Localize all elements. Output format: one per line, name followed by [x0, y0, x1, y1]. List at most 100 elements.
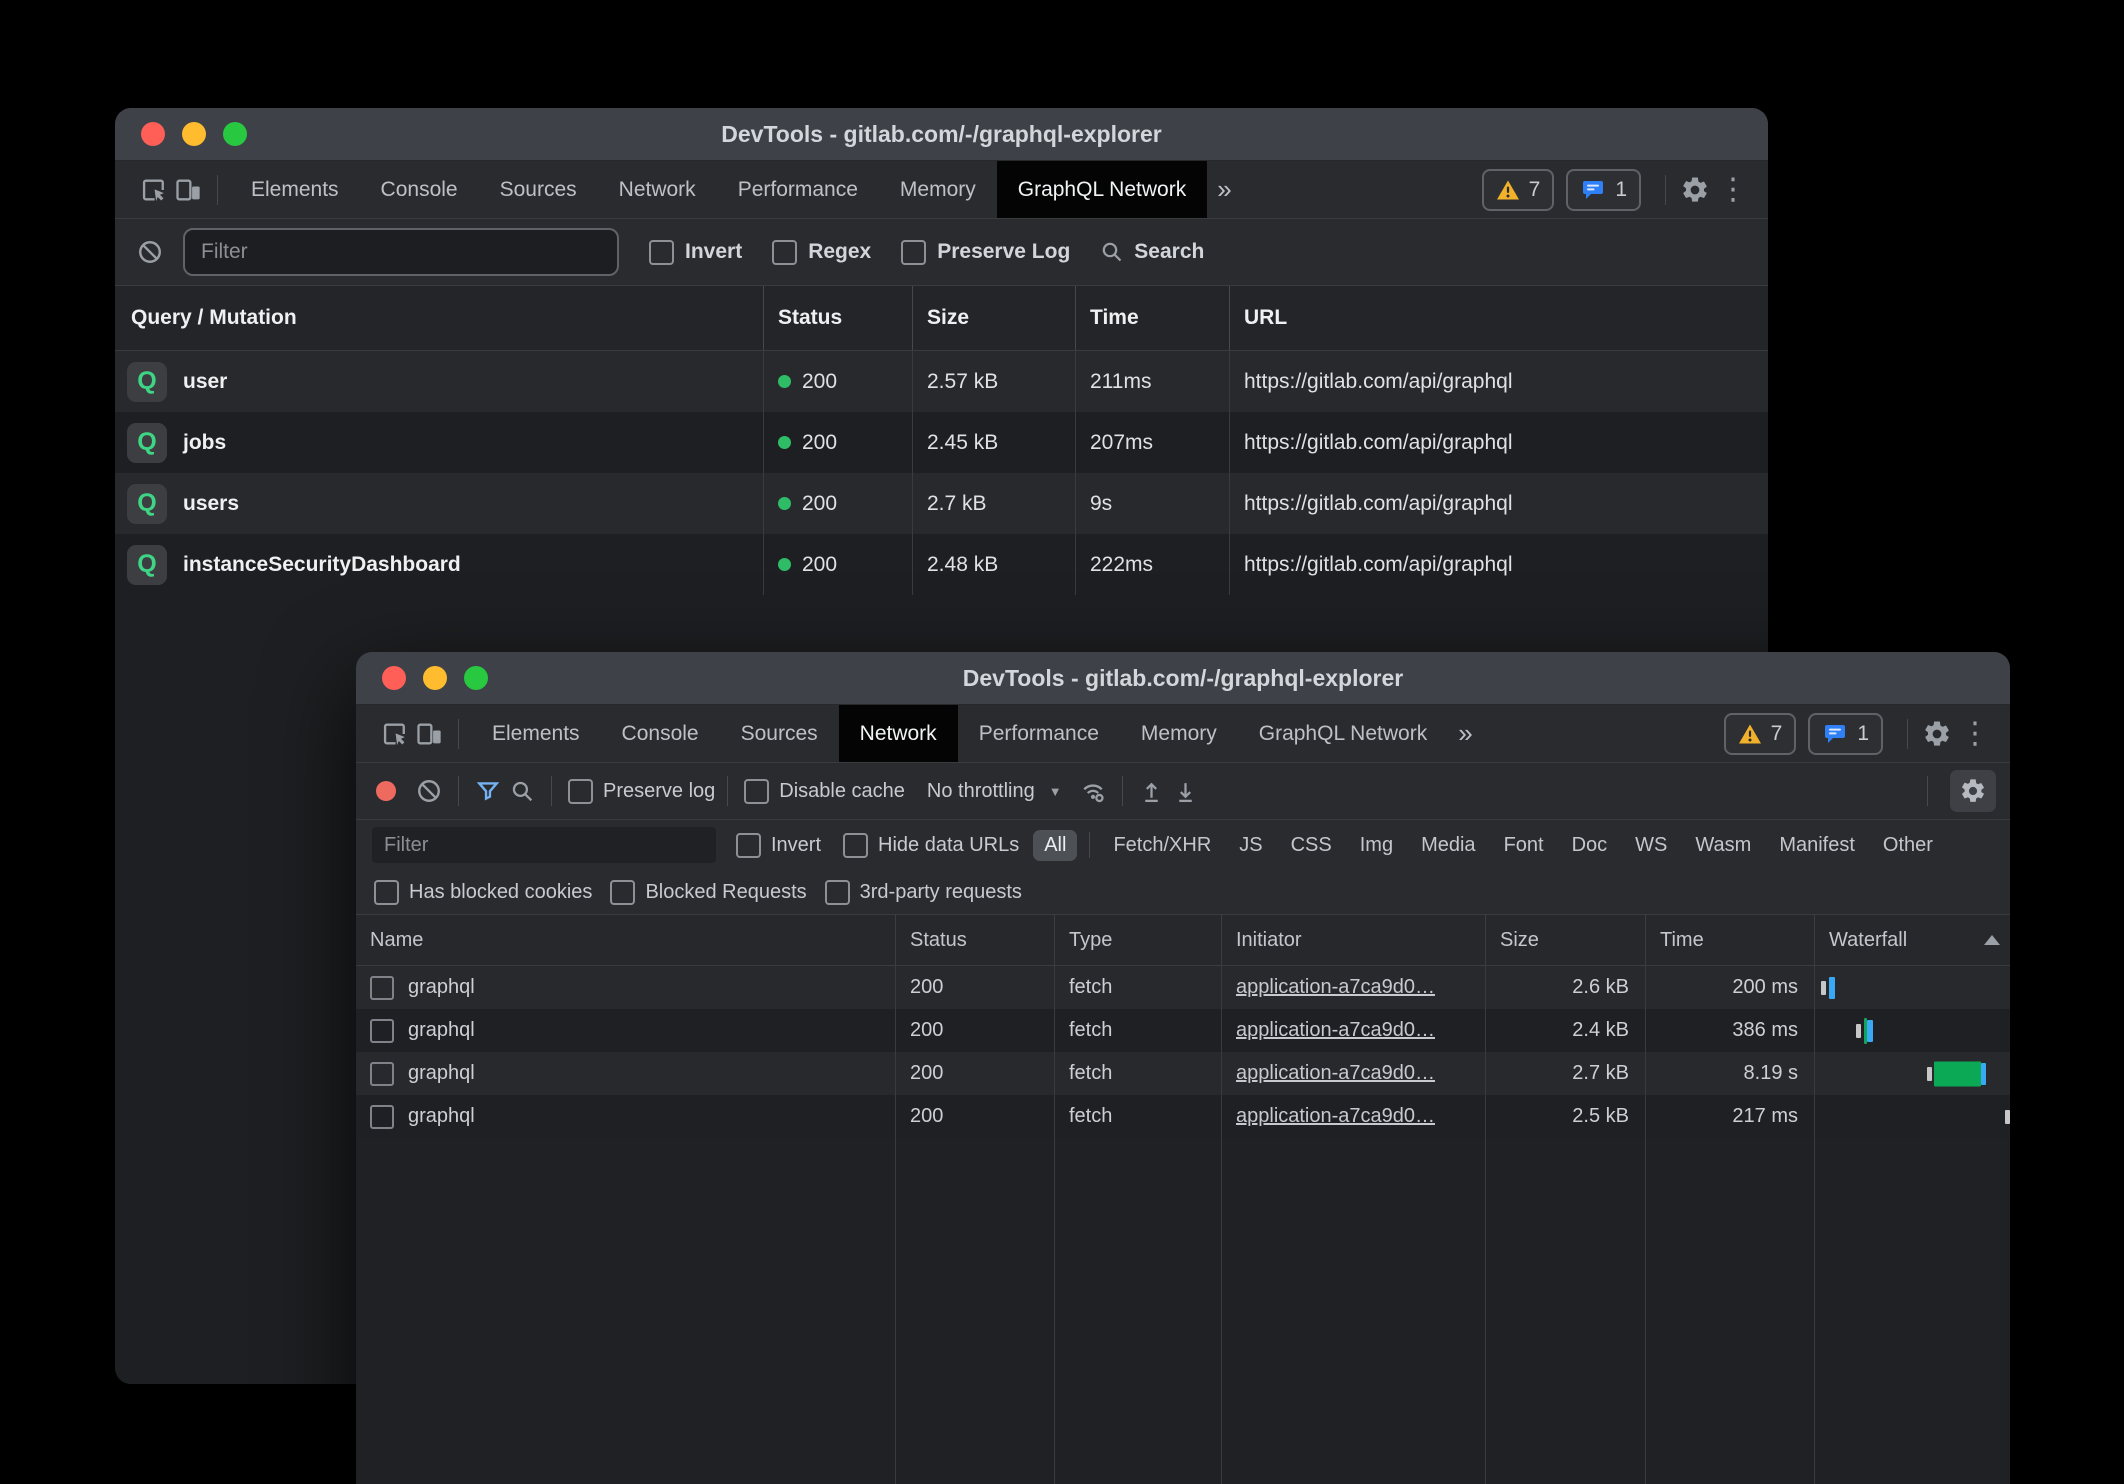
initiator-link[interactable]: application-a7ca9d0…: [1236, 1062, 1435, 1085]
pill-font[interactable]: Font: [1493, 830, 1555, 861]
more-tabs-icon[interactable]: »: [1217, 174, 1231, 205]
table-row[interactable]: Qusers 200 2.7 kB 9s https://gitlab.com/…: [115, 473, 1768, 534]
preserve-log-checkbox[interactable]: [901, 240, 926, 265]
column-header-name[interactable]: Name: [356, 915, 896, 965]
waterfall-bar[interactable]: [1815, 1095, 2010, 1138]
invert-checkbox[interactable]: [649, 240, 674, 265]
waterfall-bar[interactable]: [1815, 1009, 2010, 1052]
pill-wasm[interactable]: Wasm: [1684, 830, 1762, 861]
pill-fetch-xhr[interactable]: Fetch/XHR: [1102, 830, 1222, 861]
blocked-requests-checkbox-group[interactable]: Blocked Requests: [610, 880, 806, 905]
tab-memory[interactable]: Memory: [1120, 705, 1238, 762]
messages-badge[interactable]: 1: [1566, 169, 1641, 211]
column-header-time[interactable]: Time: [1076, 286, 1230, 350]
row-checkbox[interactable]: [370, 1062, 394, 1086]
invert-checkbox-group[interactable]: Invert: [649, 240, 742, 265]
has-blocked-cookies-checkbox-group[interactable]: Has blocked cookies: [374, 880, 592, 905]
regex-checkbox[interactable]: [772, 240, 797, 265]
tab-elements[interactable]: Elements: [471, 705, 601, 762]
pill-media[interactable]: Media: [1410, 830, 1486, 861]
inspect-element-icon[interactable]: [137, 173, 171, 207]
tab-elements[interactable]: Elements: [230, 161, 360, 218]
pill-all[interactable]: All: [1033, 830, 1077, 861]
warnings-badge[interactable]: 7: [1724, 713, 1797, 755]
initiator-link[interactable]: application-a7ca9d0…: [1236, 976, 1435, 999]
throttling-dropdown[interactable]: No throttling ▼: [927, 780, 1062, 803]
tab-graphql-network[interactable]: GraphQL Network: [1238, 705, 1448, 762]
has-blocked-cookies-checkbox[interactable]: [374, 880, 399, 905]
minimize-window-button[interactable]: [182, 122, 206, 146]
search-icon[interactable]: [505, 774, 539, 808]
pill-other[interactable]: Other: [1872, 830, 1944, 861]
column-header-initiator[interactable]: Initiator: [1222, 915, 1486, 965]
waterfall-bar[interactable]: [1815, 1052, 2010, 1095]
tab-network[interactable]: Network: [839, 705, 958, 762]
third-party-requests-checkbox-group[interactable]: 3rd-party requests: [825, 880, 1022, 905]
third-party-requests-checkbox[interactable]: [825, 880, 850, 905]
disable-cache-checkbox[interactable]: [744, 779, 769, 804]
kebab-menu-icon[interactable]: ⋮: [1960, 719, 1990, 749]
inspect-element-icon[interactable]: [378, 717, 412, 751]
initiator-link[interactable]: application-a7ca9d0…: [1236, 1019, 1435, 1042]
preserve-log-checkbox[interactable]: [568, 779, 593, 804]
preserve-log-checkbox-group[interactable]: Preserve log: [568, 779, 715, 804]
hide-data-urls-checkbox-group[interactable]: Hide data URLs: [843, 833, 1019, 858]
table-row[interactable]: QinstanceSecurityDashboard 200 2.48 kB 2…: [115, 534, 1768, 595]
pill-ws[interactable]: WS: [1624, 830, 1678, 861]
column-header-status[interactable]: Status: [764, 286, 913, 350]
search-control[interactable]: Search: [1100, 240, 1204, 264]
settings-gear-icon[interactable]: [1678, 173, 1712, 207]
column-header-status[interactable]: Status: [896, 915, 1055, 965]
network-conditions-icon[interactable]: [1076, 774, 1110, 808]
preserve-log-checkbox-group[interactable]: Preserve Log: [901, 240, 1070, 265]
tab-memory[interactable]: Memory: [879, 161, 997, 218]
column-header-time[interactable]: Time: [1646, 915, 1815, 965]
table-row[interactable]: graphql 200 fetch application-a7ca9d0… 2…: [356, 1052, 2010, 1095]
close-window-button[interactable]: [141, 122, 165, 146]
tab-network[interactable]: Network: [598, 161, 717, 218]
tab-sources[interactable]: Sources: [720, 705, 839, 762]
table-row[interactable]: graphql 200 fetch application-a7ca9d0… 2…: [356, 1009, 2010, 1052]
settings-gear-icon[interactable]: [1920, 717, 1954, 751]
import-har-icon[interactable]: [1135, 774, 1169, 808]
row-checkbox[interactable]: [370, 1019, 394, 1043]
table-row[interactable]: graphql 200 fetch application-a7ca9d0… 2…: [356, 1095, 2010, 1138]
invert-checkbox[interactable]: [736, 833, 761, 858]
clear-icon[interactable]: [412, 774, 446, 808]
device-toolbar-icon[interactable]: [171, 173, 205, 207]
pill-doc[interactable]: Doc: [1561, 830, 1619, 861]
warnings-badge[interactable]: 7: [1482, 169, 1555, 211]
close-window-button[interactable]: [382, 666, 406, 690]
zoom-window-button[interactable]: [223, 122, 247, 146]
zoom-window-button[interactable]: [464, 666, 488, 690]
column-header-url[interactable]: URL: [1230, 286, 1768, 350]
tab-console[interactable]: Console: [601, 705, 720, 762]
device-toolbar-icon[interactable]: [412, 717, 446, 751]
record-button[interactable]: [376, 781, 396, 801]
regex-checkbox-group[interactable]: Regex: [772, 240, 871, 265]
disable-cache-checkbox-group[interactable]: Disable cache: [744, 779, 905, 804]
pill-js[interactable]: JS: [1228, 830, 1273, 861]
column-header-size[interactable]: Size: [913, 286, 1076, 350]
column-header-size[interactable]: Size: [1486, 915, 1646, 965]
pill-img[interactable]: Img: [1349, 830, 1404, 861]
table-row[interactable]: Qjobs 200 2.45 kB 207ms https://gitlab.c…: [115, 412, 1768, 473]
table-row[interactable]: Quser 200 2.57 kB 211ms https://gitlab.c…: [115, 351, 1768, 412]
tab-sources[interactable]: Sources: [479, 161, 598, 218]
invert-checkbox-group[interactable]: Invert: [736, 833, 821, 858]
filter-input[interactable]: [372, 827, 716, 863]
waterfall-bar[interactable]: [1815, 966, 2010, 1009]
column-header-query-mutation[interactable]: Query / Mutation: [115, 286, 764, 350]
pill-manifest[interactable]: Manifest: [1768, 830, 1866, 861]
tab-performance[interactable]: Performance: [958, 705, 1120, 762]
pill-css[interactable]: CSS: [1280, 830, 1343, 861]
column-header-type[interactable]: Type: [1055, 915, 1222, 965]
column-header-waterfall[interactable]: Waterfall: [1815, 915, 2010, 965]
tab-performance[interactable]: Performance: [717, 161, 879, 218]
tab-console[interactable]: Console: [360, 161, 479, 218]
clear-icon[interactable]: [133, 235, 167, 269]
row-checkbox[interactable]: [370, 976, 394, 1000]
hide-data-urls-checkbox[interactable]: [843, 833, 868, 858]
filter-input[interactable]: [183, 228, 619, 276]
kebab-menu-icon[interactable]: ⋮: [1718, 175, 1748, 205]
